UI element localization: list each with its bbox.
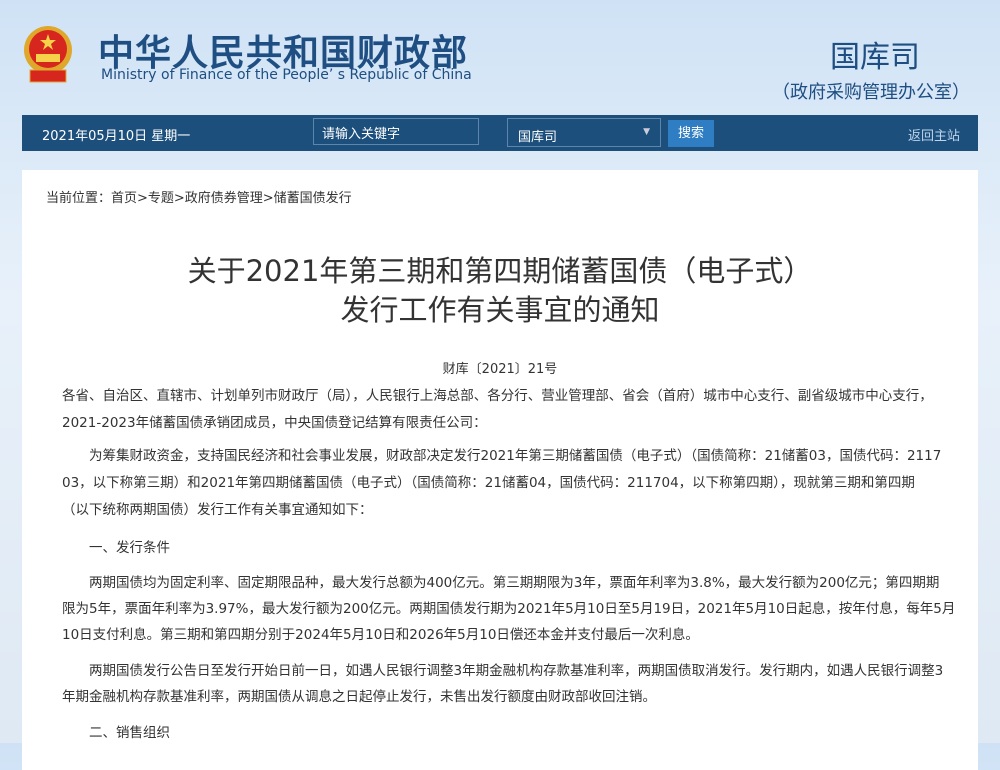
article-text-line: （以下统称两期国债）发行工作有关事宜通知如下： — [62, 502, 373, 518]
search-input[interactable]: 请输入关键字 — [313, 118, 479, 145]
content-panel: 当前位置：首页>专题>政府债券管理>储蓄国债发行 关于2021年第三期和第四期储… — [22, 170, 978, 770]
article-text-line: 二、销售组织 — [62, 725, 170, 741]
site-subtitle: Ministry of Finance of the People’ s Rep… — [101, 67, 472, 83]
article-text-line: 两期国债均为固定利率、固定期限品种，最大发行总额为400亿元。第三期期限为3年，… — [62, 575, 940, 591]
document-number: 财库〔2021〕21号 — [442, 362, 558, 377]
article-text-line: 为筹集财政资金，支持国民经济和社会事业发展，财政部决定发行2021年第三期储蓄国… — [62, 448, 942, 464]
department-select[interactable]: 国库司 ▼ — [507, 118, 661, 147]
article-text-line: 一、发行条件 — [62, 540, 170, 556]
article-text-line: 年期金融机构存款基准利率，两期国债从调息之日起停止发行，未售出发行额度由财政部收… — [62, 689, 656, 705]
breadcrumb: 当前位置：首页>专题>政府债券管理>储蓄国债发行 — [46, 191, 352, 206]
national-emblem-icon — [24, 26, 72, 83]
article-title-line: 关于2021年第三期和第四期储蓄国债（电子式） — [187, 254, 813, 288]
article-text-line: 03，以下称第三期）和2021年第四期储蓄国债（电子式）（国债简称：21储蓄04… — [62, 475, 915, 491]
select-value: 国库司 — [518, 130, 558, 145]
article-text-line: 2021-2023年储蓄国债承销团成员，中央国债登记结算有限责任公司： — [62, 415, 487, 431]
current-date: 2021年05月10日 星期一 — [42, 129, 191, 144]
department-name: 国库司 — [830, 40, 920, 75]
article-text-line: 10日支付利息。第三期和第四期分别于2024年5月10日和2026年5月10日偿… — [62, 627, 699, 643]
search-button[interactable]: 搜索 — [668, 120, 714, 147]
site-header: 中华人民共和国财政部 Ministry of Finance of the Pe… — [0, 0, 1000, 113]
article-title-line: 发行工作有关事宜的通知 — [340, 293, 660, 327]
nav-bar: 2021年05月10日 星期一 请输入关键字 国库司 ▼ 搜索 返回主站 — [22, 115, 978, 151]
article-text-line: 各省、自治区、直辖市、计划单列市财政厅（局），人民银行上海总部、各分行、营业管理… — [62, 388, 933, 404]
home-link[interactable]: 返回主站 — [908, 125, 960, 144]
article-text-line: 限为5年，票面年利率为3.97%，最大发行额为200亿元。两期国债发行期为202… — [62, 601, 956, 617]
chevron-down-icon: ▼ — [643, 127, 650, 137]
department-subtitle: （政府采购管理办公室） — [772, 82, 970, 103]
article-text-line: 两期国债发行公告日至发行开始日前一日，如遇人民银行调整3年期金融机构存款基准利率… — [62, 663, 944, 679]
